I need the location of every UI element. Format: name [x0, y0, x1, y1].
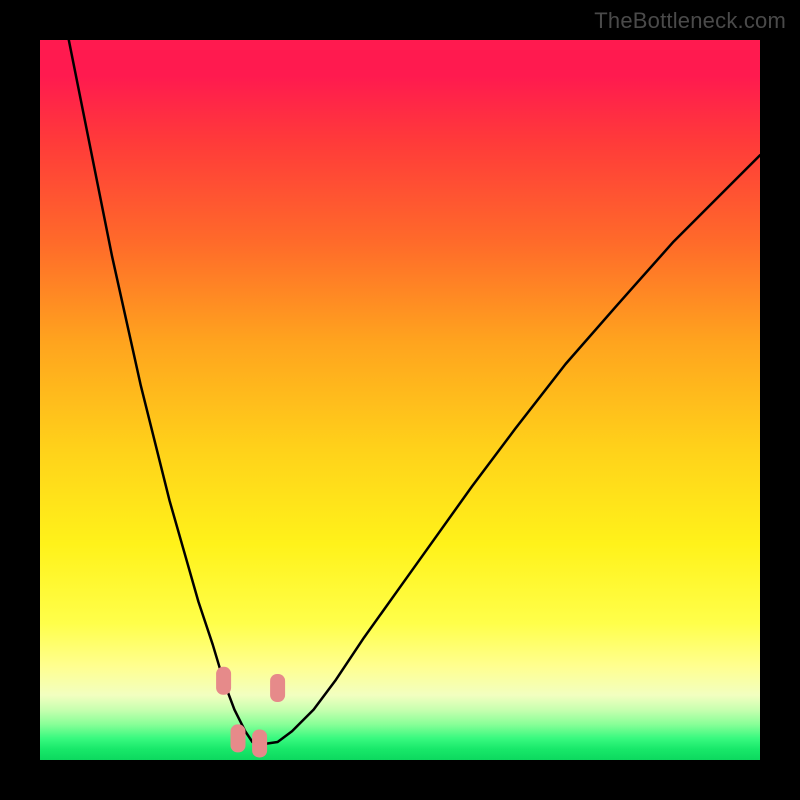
plot-area [40, 40, 760, 760]
markers-group [216, 667, 285, 758]
pink-marker-right [270, 674, 285, 702]
outer-frame: TheBottleneck.com [0, 0, 800, 800]
pink-marker-left [216, 667, 231, 695]
bottleneck-curve [69, 40, 760, 744]
pink-marker-bottom-2 [252, 729, 267, 757]
attribution-text: TheBottleneck.com [594, 8, 786, 34]
chart-svg [40, 40, 760, 760]
pink-marker-bottom-1 [231, 724, 246, 752]
